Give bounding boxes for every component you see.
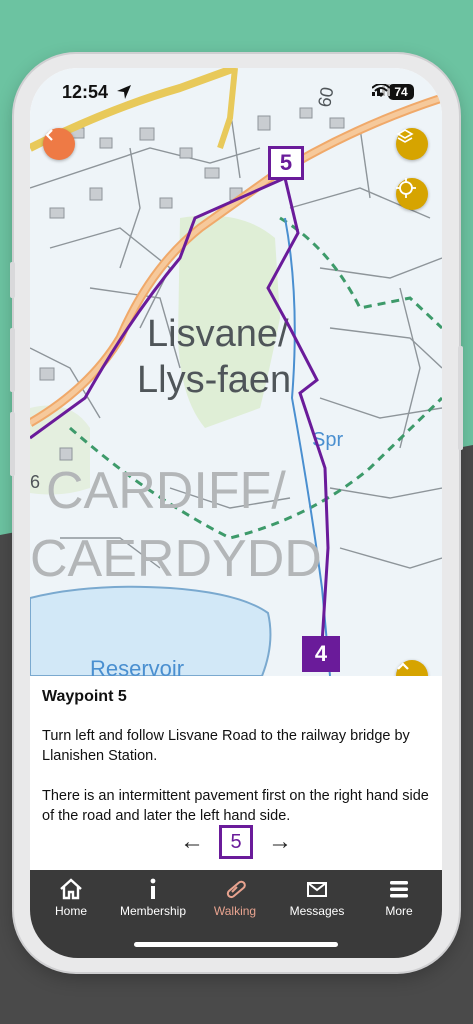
locate-me-button[interactable] [396,178,428,210]
back-button[interactable] [43,128,75,160]
mail-icon [276,878,358,900]
menu-icon [358,878,440,900]
map-label-cardiff: CARDIFF/ [46,462,286,520]
info-icon [112,878,194,900]
tab-label-membership: Membership [119,904,187,918]
mute-switch [10,262,15,298]
home-icon [30,878,112,900]
home-indicator [134,942,338,947]
previous-waypoint-button[interactable]: ← [175,830,209,854]
waypoint-title: Waypoint 5 [42,688,127,705]
tab-membership[interactable]: Membership [112,878,194,918]
map-view[interactable]: Lisvane/ Llys-faen CARDIFF/ CAERDYDD Res… [30,68,442,676]
tab-home[interactable]: Home [30,878,112,918]
phone-screen: Lisvane/ Llys-faen CARDIFF/ CAERDYDD Res… [30,68,442,958]
boot-icon [194,878,276,900]
battery-indicator: 74 [388,84,414,100]
waypoint-5-marker[interactable]: 5 [268,146,304,180]
tab-label-messages: Messages [289,904,345,918]
map-label-reservoir: Reservoir [90,656,184,676]
map-canvas: Lisvane/ Llys-faen CARDIFF/ CAERDYDD Res… [30,68,442,676]
status-time: 12:54 [62,82,109,102]
volume-down-button [10,412,15,476]
map-label-llys-faen: Llys-faen [137,359,291,401]
map-label-caerdydd: CAERDYDD [30,530,322,588]
waypoint-instruction: Turn left and follow Lisvane Road to the… [42,728,410,764]
tab-messages[interactable]: Messages [276,878,358,918]
status-bar: 12:54 74 [30,68,442,118]
waypoint-4-marker[interactable]: 4 [302,636,340,672]
waypoint-note: There is an intermittent pavement first … [42,788,429,824]
tab-label-home: Home [54,904,87,918]
tab-more[interactable]: More [358,878,440,918]
next-waypoint-button[interactable]: → [263,830,297,854]
tab-label-walking: Walking [213,904,257,918]
power-button [458,346,463,450]
volume-up-button [10,328,15,392]
map-layers-button[interactable] [396,128,428,160]
waypoint-page-number: 5 [219,825,253,859]
tab-walking[interactable]: Walking [194,878,276,918]
waypoint-pager: ← 5 → [30,824,442,860]
map-label-edge-number: 6 [30,472,40,492]
tab-label-more: More [385,904,413,918]
map-label-lisvane: Lisvane/ [147,313,289,355]
